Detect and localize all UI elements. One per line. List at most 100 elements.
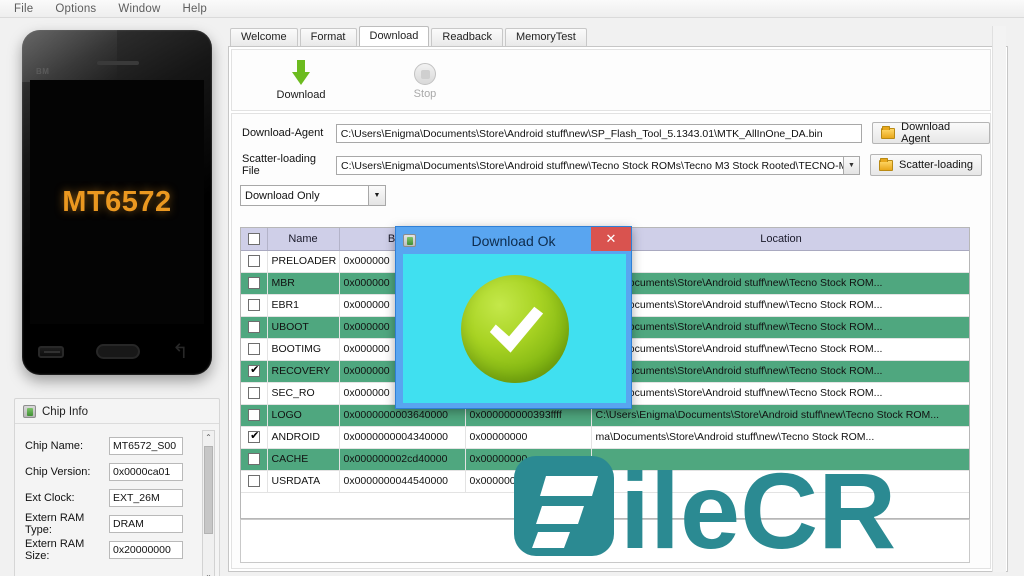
scroll-up-icon[interactable]: ⌃ <box>203 431 214 444</box>
table-row[interactable]: ANDROID0x00000000043400000x00000000ma\Do… <box>241 426 969 449</box>
tab-strip: Welcome Format Download Readback MemoryT… <box>228 26 1008 46</box>
cell-begin[interactable]: 0x0000000044540000 <box>339 470 466 493</box>
cell-end[interactable]: 0x00000000 <box>465 448 592 471</box>
chip-icon <box>23 405 36 418</box>
ext-clock-value[interactable]: EXT_26M <box>109 489 183 507</box>
cell-location[interactable]: igma\Documents\Store\Android stuff\new\T… <box>591 316 969 339</box>
download-button[interactable]: Download <box>262 59 340 101</box>
stop-button[interactable]: Stop <box>386 61 464 100</box>
row-checkbox[interactable] <box>247 255 260 268</box>
chip-version-value[interactable]: 0x0000ca01 <box>109 463 183 481</box>
chip-info-row-extern-ram-type: Extern RAM Type: DRAM <box>25 511 213 537</box>
scatter-loading-input[interactable]: C:\Users\Enigma\Documents\Store\Android … <box>336 155 844 175</box>
home-key-icon <box>96 344 140 359</box>
cell-name[interactable]: EBR1 <box>267 294 340 317</box>
cell-name[interactable]: CACHE <box>267 448 340 471</box>
download-mode-select[interactable]: Download Only ▼ <box>240 185 386 206</box>
cell-end[interactable]: 0x00000000 <box>465 426 592 449</box>
cell-location[interactable] <box>591 250 969 273</box>
extern-ram-size-value[interactable]: 0x20000000 <box>109 541 183 559</box>
cell-name[interactable]: UBOOT <box>267 316 340 339</box>
tab-readback[interactable]: Readback <box>431 28 503 46</box>
row-checkbox-cell[interactable] <box>241 448 268 471</box>
cell-location[interactable]: igma\Documents\Store\Android stuff\new\T… <box>591 338 969 361</box>
row-checkbox[interactable] <box>247 363 261 378</box>
row-checkbox-cell[interactable] <box>241 250 268 273</box>
row-checkbox-cell[interactable] <box>241 294 268 317</box>
cell-name[interactable]: ANDROID <box>267 426 340 449</box>
row-checkbox[interactable] <box>247 453 260 466</box>
chip-info-scrollbar[interactable]: ⌃ ⌄ <box>202 430 215 576</box>
cell-location[interactable]: C:\Users\Enigma\Documents\Store\Android … <box>591 404 969 427</box>
scatter-loading-browse-button[interactable]: Scatter-loading <box>870 154 982 176</box>
menu-item-help[interactable]: Help <box>183 3 207 15</box>
table-row[interactable]: CACHE 0x000000002cd40000 0x00000000 <box>241 448 969 471</box>
cell-name[interactable]: USRDATA <box>267 470 340 493</box>
menu-item-file[interactable]: File <box>14 3 33 15</box>
tab-format[interactable]: Format <box>299 28 357 46</box>
chip-info-row-extern-ram-size: Extern RAM Size: 0x20000000 <box>25 537 213 563</box>
dialog-title-bar: Download Ok ✕ <box>396 227 631 254</box>
cell-name[interactable]: RECOVERY <box>267 360 340 383</box>
download-agent-browse-button[interactable]: Download Agent <box>872 121 990 145</box>
menu-item-window[interactable]: Window <box>118 3 160 15</box>
download-ok-dialog[interactable]: Download Ok ✕ <box>395 226 632 409</box>
row-checkbox[interactable] <box>247 429 261 444</box>
row-checkbox[interactable] <box>247 343 260 356</box>
row-checkbox[interactable] <box>247 409 260 422</box>
phone-screen: MT6572 <box>30 80 204 324</box>
close-icon[interactable]: ✕ <box>591 227 631 251</box>
window-scrollbar[interactable] <box>992 26 1006 572</box>
folder-icon <box>881 125 896 139</box>
cell-end[interactable]: 0x00000000 <box>465 470 592 493</box>
cell-name[interactable]: BOOTIMG <box>267 338 340 361</box>
row-checkbox-cell[interactable] <box>241 316 268 339</box>
download-agent-input[interactable]: C:\Users\Enigma\Documents\Store\Android … <box>335 123 863 143</box>
chip-name-value[interactable]: MT6572_S00 <box>109 437 183 455</box>
scrollbar-thumb[interactable] <box>204 446 213 534</box>
row-checkbox[interactable] <box>247 475 260 488</box>
row-checkbox-cell[interactable] <box>241 338 268 361</box>
cell-location[interactable] <box>591 470 969 493</box>
cell-begin[interactable]: 0x0000000004340000 <box>339 426 466 449</box>
row-checkbox[interactable] <box>247 321 260 334</box>
cell-name[interactable]: PRELOADER <box>267 250 340 273</box>
toolbar: Download Stop <box>231 49 991 111</box>
menu-item-options[interactable]: Options <box>55 3 96 15</box>
cell-name[interactable]: SEC_RO <box>267 382 340 405</box>
row-checkbox-cell[interactable] <box>241 426 268 449</box>
column-header-checkbox[interactable] <box>241 228 268 251</box>
row-checkbox[interactable] <box>247 277 260 290</box>
cell-location[interactable]: igma\Documents\Store\Android stuff\new\T… <box>591 382 969 405</box>
tab-welcome[interactable]: Welcome <box>230 28 298 46</box>
select-all-checkbox[interactable] <box>247 232 260 245</box>
cell-location[interactable]: igma\Documents\Store\Android stuff\new\T… <box>591 272 969 295</box>
row-checkbox[interactable] <box>247 299 260 312</box>
tab-memorytest[interactable]: MemoryTest <box>504 28 587 46</box>
cell-location[interactable]: igma\Documents\Store\Android stuff\new\T… <box>591 294 969 317</box>
row-checkbox-cell[interactable] <box>241 382 268 405</box>
cell-location[interactable] <box>591 448 969 471</box>
row-checkbox-cell[interactable] <box>241 470 268 493</box>
row-checkbox-cell[interactable] <box>241 360 268 383</box>
row-checkbox-cell[interactable] <box>241 272 268 295</box>
scatter-loading-browse-label: Scatter-loading <box>899 159 973 171</box>
column-header-location[interactable]: Location <box>591 228 969 251</box>
phone-navbar: ↰ <box>22 328 212 375</box>
extern-ram-type-value[interactable]: DRAM <box>109 515 183 533</box>
cell-begin[interactable]: 0x000000002cd40000 <box>339 448 466 471</box>
cell-location[interactable]: ma\Documents\Store\Android stuff\new\Tec… <box>591 426 969 449</box>
stop-button-label: Stop <box>413 87 437 100</box>
cell-location[interactable]: igma\Documents\Store\Android stuff\new\T… <box>591 360 969 383</box>
chevron-down-icon[interactable]: ▼ <box>368 186 385 205</box>
scatter-dropdown-chevron-icon[interactable]: ▼ <box>844 155 860 175</box>
tab-download[interactable]: Download <box>358 26 430 46</box>
cell-name[interactable]: MBR <box>267 272 340 295</box>
column-header-name[interactable]: Name <box>267 228 340 251</box>
scroll-down-icon[interactable]: ⌄ <box>203 568 214 576</box>
row-checkbox-cell[interactable] <box>241 404 268 427</box>
table-row[interactable]: USRDATA 0x0000000044540000 0x00000000 <box>241 470 969 493</box>
grid-footer-area <box>240 519 970 563</box>
row-checkbox[interactable] <box>247 387 260 400</box>
cell-name[interactable]: LOGO <box>267 404 340 427</box>
